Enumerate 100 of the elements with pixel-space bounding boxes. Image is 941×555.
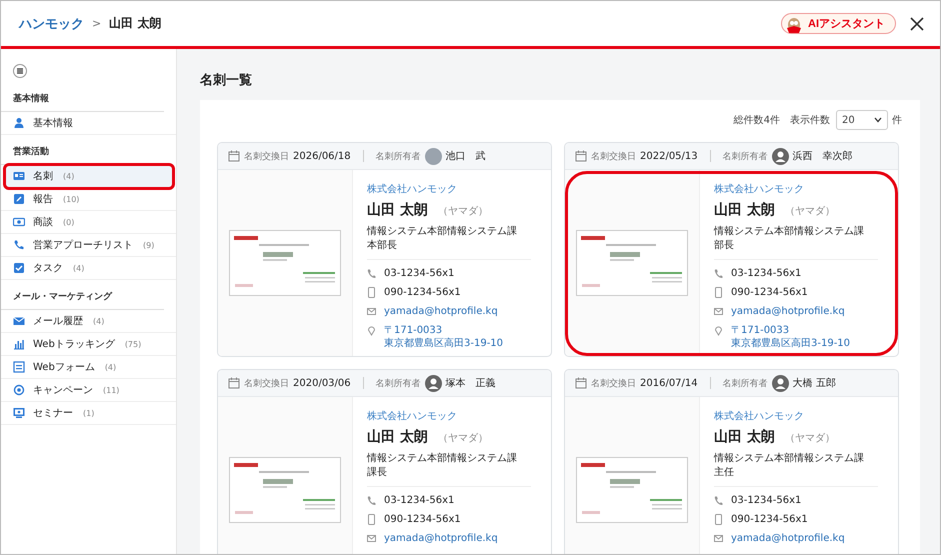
contact-name: 山田 太朗 [367,201,428,219]
owner-label: 名刺所有者 [376,150,421,162]
position-text: 主任 [714,466,735,480]
chart-icon [13,338,25,350]
owner-label: 名刺所有者 [722,378,768,390]
company-link[interactable]: 株式会社ハンモック [367,182,537,196]
sidebar-item-label: 商談 [33,216,53,229]
sidebar-item-label: 報告 [33,192,53,206]
department-text: 情報システム本部情報システム課 [714,225,865,239]
sidebar-item[interactable]: Webトラッキング (75) [1,333,176,356]
card-icon [13,170,25,182]
page-title: 名刺一覧 [200,72,253,89]
department-text: 情報システム本部情報システム課 [714,452,865,466]
sidebar-item-label: 名刺 [33,170,53,183]
calendar-icon [575,150,587,162]
address-link[interactable]: 東京都豊島区高田3-19-10 [384,337,504,350]
mobile-number: 090-1234-56x1 [384,286,461,299]
exchange-date-label: 名刺交換日 [244,378,289,390]
sidebar-item[interactable]: 名刺 (4) [5,165,173,188]
company-link[interactable]: 株式会社ハンモック [367,409,537,423]
avatar-icon [424,374,442,392]
email-link[interactable]: yamada@hotprofile.kq [384,532,498,545]
close-icon[interactable] [910,16,924,30]
mobile-number: 090-1234-56x1 [731,513,808,526]
mobile-icon [367,514,376,525]
sidebar-item-label: タスク [33,262,63,275]
sidebar-item[interactable]: 商談 (0) [1,211,176,234]
phone-number: 03-1234-56x1 [731,494,802,507]
item-count: (4) [93,316,104,326]
position-text: 部長 [714,239,735,253]
postal-code[interactable]: 〒171-0033 [384,324,504,337]
business-card-image[interactable] [229,457,341,523]
business-card-image[interactable] [576,457,688,523]
sidebar-item[interactable]: 営業アプローチリスト (9) [1,234,176,257]
phone-number: 03-1234-56x1 [731,267,802,280]
phone-number: 03-1234-56x1 [384,267,454,280]
name-reading: （ヤマダ） [438,205,488,218]
sidebar-item-label: キャンペーン [33,384,93,397]
seminar-icon [13,407,25,419]
business-card-image[interactable] [576,230,688,296]
sidebar-item[interactable]: 基本情報 [1,112,176,135]
sidebar-item[interactable]: 報告 (10) [1,188,176,211]
calendar-icon [228,150,240,162]
sidebar-item-label: 基本情報 [33,116,73,130]
contact-name: 山田 太朗 [714,428,775,446]
phone-icon [367,495,376,506]
form-icon [13,361,25,373]
phone-number: 03-1234-56x1 [384,494,454,507]
item-count: (10) [63,194,80,204]
owner-photo-placeholder [424,148,442,164]
ai-assistant-button[interactable]: AIアシスタント [781,13,896,34]
avatar-icon [772,148,789,164]
per-page-select[interactable]: 20 [836,110,888,130]
company-link[interactable]: 株式会社ハンモック [714,182,884,196]
item-count: (11) [103,386,120,394]
item-count: (4) [73,264,84,272]
exchange-date: 2016/07/14 [640,378,698,388]
postal-code[interactable]: 〒171-0033 [731,324,850,337]
position-text: 本部長 [367,239,398,253]
breadcrumb-current: 山田 太朗 [109,15,162,32]
mobile-icon [714,514,723,525]
exchange-date-label: 名刺交換日 [591,378,636,390]
sidebar-item[interactable]: セミナー (1) [1,402,176,425]
breadcrumb-link[interactable]: ハンモック [19,14,84,32]
email-link[interactable]: yamada@hotprofile.kq [731,532,845,545]
phone-icon [367,268,376,279]
sidebar-item[interactable]: メール履歴 (4) [1,310,176,333]
contact-name: 山田 太朗 [714,201,775,219]
calendar-icon [575,377,587,389]
mobile-number: 090-1234-56x1 [384,513,461,526]
business-card-image[interactable] [229,230,341,296]
phone-icon [714,268,723,279]
location-icon [714,325,723,336]
address-link[interactable]: 東京都豊島区高田3-19-10 [731,337,850,350]
sidebar-item[interactable]: タスク (4) [1,257,176,280]
sidebar-item-label: 営業アプローチリスト [33,238,133,252]
sidebar-item-label: Webフォーム [33,361,95,374]
item-count: (0) [63,218,74,226]
menu-icon[interactable] [13,64,27,78]
mail-icon [367,306,376,317]
department-text: 情報システム本部情報システム課 [367,452,518,466]
item-count: (1) [83,408,94,418]
edit-icon [13,193,25,205]
owner-label: 名刺所有者 [722,150,768,162]
sidebar-item[interactable]: Webフォーム (4) [1,356,176,379]
owner-name: 浜西 幸次郎 [792,150,853,163]
exchange-date-label: 名刺交換日 [591,150,636,162]
company-link[interactable]: 株式会社ハンモック [714,409,884,423]
chevron-down-icon [874,117,882,123]
phone-icon [13,239,25,251]
email-link[interactable]: yamada@hotprofile.kq [384,305,498,318]
mail-icon [367,533,376,544]
name-reading: （ヤマダ） [438,432,488,445]
sidebar-item[interactable]: キャンペーン (11) [1,379,176,402]
total-count: 総件数4件 [734,114,780,127]
email-link[interactable]: yamada@hotprofile.kq [731,305,845,318]
owner-name: 大橋 五郎 [792,376,836,390]
exchange-date: 2022/05/13 [640,150,698,162]
section-heading: 基本情報 [1,82,164,112]
item-count: (4) [63,172,74,180]
